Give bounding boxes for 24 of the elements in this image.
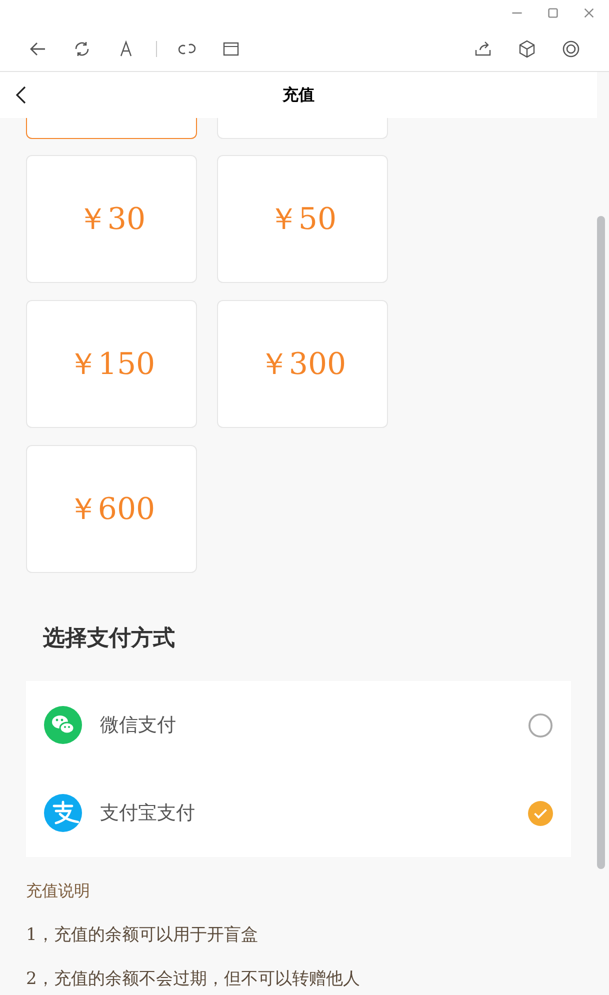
amount-option[interactable]: ￥30 [26, 155, 197, 283]
section-title: 选择支付方式 [42, 624, 176, 653]
maximize-icon[interactable] [547, 7, 559, 19]
payment-logo-icon [44, 794, 82, 832]
radio-checked[interactable] [528, 800, 553, 826]
amount-option[interactable]: ￥300 [217, 300, 388, 428]
notes-title: 充值说明 [25, 880, 91, 902]
note-line: 2，充值的余额不会过期，但不可以转赠他人 [25, 968, 361, 990]
target-icon[interactable] [561, 38, 581, 58]
amount-option[interactable] [26, 118, 197, 139]
back-icon[interactable] [15, 85, 27, 105]
amount-option[interactable]: ￥600 [26, 445, 197, 573]
page-title: 充值 [282, 84, 314, 106]
close-icon[interactable] [583, 7, 595, 19]
scrollbar[interactable] [597, 216, 605, 869]
payment-method-label: 微信支付 [100, 713, 177, 738]
amount-option[interactable]: ￥150 [26, 300, 197, 428]
chat-bubbles-icon [44, 706, 82, 744]
cube-icon[interactable] [517, 38, 537, 58]
amount-option[interactable]: ￥50 [217, 155, 388, 283]
note-line: 1，充值的余额可以用于开盲盒 [25, 924, 259, 946]
payment-method-label: 支付宝支付 [100, 801, 196, 826]
share-icon[interactable] [473, 38, 493, 58]
radio-button[interactable] [528, 712, 553, 738]
